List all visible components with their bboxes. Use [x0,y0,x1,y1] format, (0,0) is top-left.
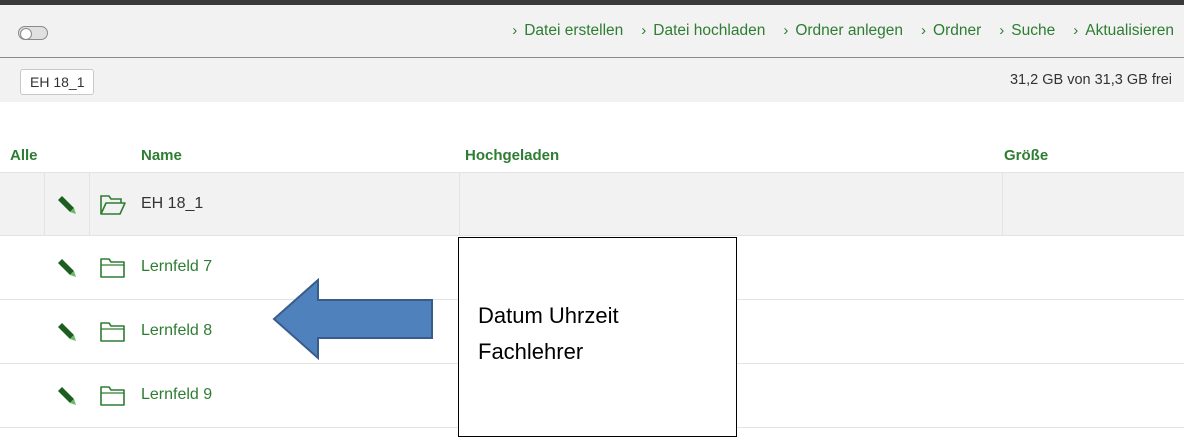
folder-icon [100,258,125,278]
breadcrumb-item[interactable]: EH 18_1 [20,69,95,95]
column-divider [459,173,460,235]
refresh-label: Aktualisieren [1085,22,1174,39]
annotation-box: Datum Uhrzeit Fachlehrer [458,237,737,437]
folder-open-icon [100,195,126,215]
folder-label: Ordner [933,22,982,39]
upload-file-label: Datei hochladen [653,22,766,39]
pencil-icon[interactable] [55,195,77,215]
column-divider [1002,173,1003,235]
create-folder-label: Ordner anlegen [795,22,904,39]
select-all-header[interactable]: Alle [10,147,38,164]
create-file-label: Datei erstellen [524,22,624,39]
toggle-knob [20,28,32,40]
chevron-right-icon: › [641,21,647,39]
folder-link[interactable]: Lernfeld 7 [141,258,212,276]
annotation-line-1: Datum Uhrzeit [478,303,619,328]
table-header: Alle Name Hochgeladen Größe [0,147,1184,169]
pencil-icon[interactable] [55,322,77,342]
annotation-arrow-icon [272,278,433,360]
create-folder-button[interactable]: › Ordner anlegen [783,22,903,40]
upload-file-button[interactable]: › Datei hochladen [641,22,765,40]
refresh-button[interactable]: › Aktualisieren [1073,22,1174,40]
folder-link[interactable]: Lernfeld 8 [141,322,212,340]
folder-icon [100,386,125,406]
chevron-right-icon: › [999,21,1005,39]
folder-name-current: EH 18_1 [141,195,204,212]
view-toggle[interactable] [18,26,48,40]
folder-button[interactable]: › Ordner [921,22,981,40]
search-label: Suche [1011,22,1056,39]
folder-icon [100,322,125,342]
chevron-right-icon: › [1073,21,1079,39]
uploaded-column-header[interactable]: Hochgeladen [465,147,559,164]
column-divider [89,173,90,235]
search-button[interactable]: › Suche [999,22,1055,40]
chevron-right-icon: › [512,21,518,39]
table-row[interactable]: EH 18_1 [0,172,1184,236]
annotation-line-2: Fachlehrer [478,339,584,364]
path-bar: EH 18_1 31,2 GB von 31,3 GB frei [0,58,1184,102]
storage-info: 31,2 GB von 31,3 GB frei [1009,72,1172,88]
pencil-icon[interactable] [55,258,77,278]
toolbar-actions: › Datei erstellen › Datei hochladen › Or… [512,22,1174,40]
column-divider [44,173,45,235]
folder-link[interactable]: Lernfeld 9 [141,386,212,404]
create-file-button[interactable]: › Datei erstellen [512,22,623,40]
chevron-right-icon: › [783,21,789,39]
name-column-header[interactable]: Name [141,147,182,164]
pencil-icon[interactable] [55,386,77,406]
toolbar: › Datei erstellen › Datei hochladen › Or… [0,5,1184,58]
size-column-header[interactable]: Größe [1004,147,1048,164]
chevron-right-icon: › [921,21,927,39]
